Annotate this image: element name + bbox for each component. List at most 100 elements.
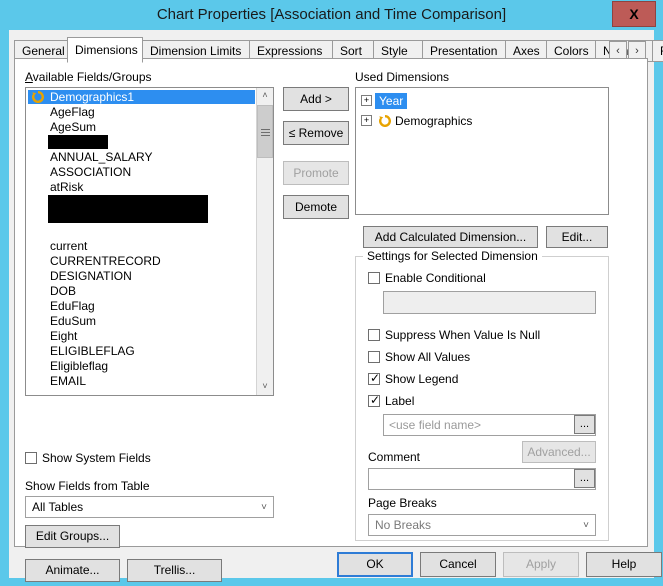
list-item-label: current — [50, 239, 88, 253]
list-item-label: DOB — [50, 284, 77, 298]
list-item-label: Eight — [50, 329, 78, 343]
list-item[interactable] — [28, 224, 255, 238]
label-field-browse-button[interactable]: ... — [574, 415, 595, 434]
edit-dimension-button[interactable]: Edit... — [546, 226, 608, 248]
tab-label: Expressions — [257, 44, 323, 58]
close-button[interactable]: X — [612, 1, 656, 27]
button-label: Demote — [294, 200, 338, 214]
list-item[interactable] — [28, 195, 255, 223]
page-breaks-value: No Breaks — [375, 518, 432, 532]
list-item-label: CURRENTRECORD — [50, 254, 161, 268]
list-item[interactable]: ANNUAL_SALARY — [28, 150, 255, 164]
list-item[interactable]: AgeSum — [28, 120, 255, 134]
add-button[interactable]: Add > — [283, 87, 349, 111]
show-all-values-box — [368, 351, 380, 363]
settings-legend: Settings for Selected Dimension — [363, 249, 542, 263]
button-label: Promote — [293, 166, 339, 180]
chevron-down-icon: ˅ — [261, 502, 267, 513]
show-legend-label: Show Legend — [385, 372, 459, 386]
tab-label: Colors — [554, 44, 589, 58]
list-item-label: AgeSum — [50, 120, 97, 134]
cyclic-group-icon — [32, 90, 44, 103]
list-item[interactable]: Eight — [28, 329, 255, 343]
scroll-down-button[interactable]: ˅ — [257, 379, 273, 395]
page-breaks-combo[interactable]: No Breaks ˅ — [368, 514, 596, 536]
list-item[interactable]: CURRENTRECORD — [28, 254, 255, 268]
list-item[interactable]: atRisk — [28, 180, 255, 194]
table-filter-combo[interactable]: All Tables ˅ — [25, 496, 274, 518]
list-item-label: Demographics1 — [50, 90, 135, 104]
expand-plus-icon[interactable]: + — [361, 115, 372, 126]
show-all-values-label: Show All Values — [385, 350, 471, 364]
tree-item[interactable]: + Demographics — [361, 113, 601, 129]
chart-properties-dialog: Chart Properties [Association and Time C… — [0, 0, 663, 586]
comment-label: Comment — [368, 450, 421, 464]
apply-button[interactable]: Apply — [503, 552, 579, 577]
tab-dimensions[interactable]: Dimensions — [67, 37, 143, 63]
list-item[interactable]: AgeFlag — [28, 105, 255, 119]
list-item-label: ELIGIBLEFLAG — [50, 344, 135, 358]
show-legend-box: ✓ — [368, 371, 381, 385]
tree-item-label: Demographics — [395, 114, 473, 128]
comment-input[interactable] — [368, 468, 596, 490]
list-item-label: AgeFlag — [50, 105, 95, 119]
tab-label: Sort — [340, 44, 363, 58]
list-item[interactable]: Demographics1 — [28, 90, 255, 104]
title-bar: Chart Properties [Association and Time C… — [0, 0, 663, 30]
scroll-up-button[interactable]: ˄ — [257, 88, 273, 104]
tab-font[interactable]: Font — [652, 40, 663, 62]
used-dimensions-tree[interactable]: + Year + Demographics — [355, 87, 609, 215]
list-item[interactable]: EMAIL — [28, 374, 255, 388]
list-item[interactable]: DOB — [28, 284, 255, 298]
cancel-button[interactable]: Cancel — [420, 552, 496, 577]
cyclic-group-icon — [379, 114, 391, 127]
label-box: ✓ — [368, 393, 381, 407]
suppress-null-label: Suppress When Value Is Null — [385, 328, 541, 342]
conditional-expression-input[interactable] — [383, 291, 596, 314]
ok-button[interactable]: OK — [337, 552, 413, 577]
edit-groups-button[interactable]: Edit Groups... — [25, 525, 120, 548]
demote-button[interactable]: Demote — [283, 195, 349, 219]
list-item-label: ANNUAL_SALARY — [50, 150, 153, 164]
help-button[interactable]: Help — [586, 552, 662, 577]
remove-button[interactable]: ≤ Remove — [283, 121, 349, 145]
list-item[interactable]: EduFlag — [28, 299, 255, 313]
list-item[interactable]: EduSum — [28, 314, 255, 328]
list-item-label: EduSum — [50, 314, 97, 328]
available-fields-scrollbar[interactable]: ˄ ˅ — [256, 88, 273, 395]
list-item-label: DESIGNATION — [50, 269, 132, 283]
list-item-label: EMAIL — [50, 374, 87, 388]
tab-label: Presentation — [430, 44, 498, 58]
list-item[interactable]: current — [28, 239, 255, 253]
button-label: Add > — [300, 92, 332, 106]
window-title: Chart Properties [Association and Time C… — [156, 6, 507, 23]
show-system-fields-box — [25, 452, 37, 464]
list-item[interactable]: ELIGIBLEFLAG — [28, 344, 255, 358]
enable-conditional-box — [368, 272, 380, 284]
tab-label: Axes — [513, 44, 540, 58]
button-label: ≤ Remove — [288, 126, 344, 140]
label-checkbox-label: Label — [385, 394, 415, 408]
suppress-null-box — [368, 329, 380, 341]
list-item[interactable]: DESIGNATION — [28, 269, 255, 283]
scrollbar-thumb[interactable] — [257, 105, 273, 158]
tree-item[interactable]: + Year — [361, 93, 601, 109]
advanced-button[interactable]: Advanced... — [522, 441, 596, 463]
promote-button[interactable]: Promote — [283, 161, 349, 185]
tab-label: Dimensions — [75, 43, 138, 57]
trellis-button[interactable]: Trellis... — [127, 559, 222, 582]
animate-button[interactable]: Animate... — [25, 559, 120, 582]
dialog-client-area: General Dimensions Dimension Limits Express… — [9, 30, 663, 582]
list-item[interactable]: Eligibleflag — [28, 359, 255, 373]
list-item-label: atRisk — [50, 180, 84, 194]
expand-plus-icon[interactable]: + — [361, 95, 372, 106]
list-item[interactable] — [28, 135, 255, 149]
available-fields-list[interactable]: Demographics1 AgeFlag AgeSum ANNUAL_SALARY A… — [25, 87, 274, 396]
comment-browse-button[interactable]: ... — [574, 469, 595, 488]
cyclic-group-icon — [379, 114, 391, 131]
add-calculated-dimension-button[interactable]: Add Calculated Dimension... — [363, 226, 538, 248]
enable-conditional-label: Enable Conditional — [385, 271, 486, 285]
list-item[interactable]: ASSOCIATION — [28, 165, 255, 179]
label-field-input[interactable]: <use field name> — [383, 414, 596, 436]
chevron-down-icon: ˅ — [583, 520, 589, 531]
